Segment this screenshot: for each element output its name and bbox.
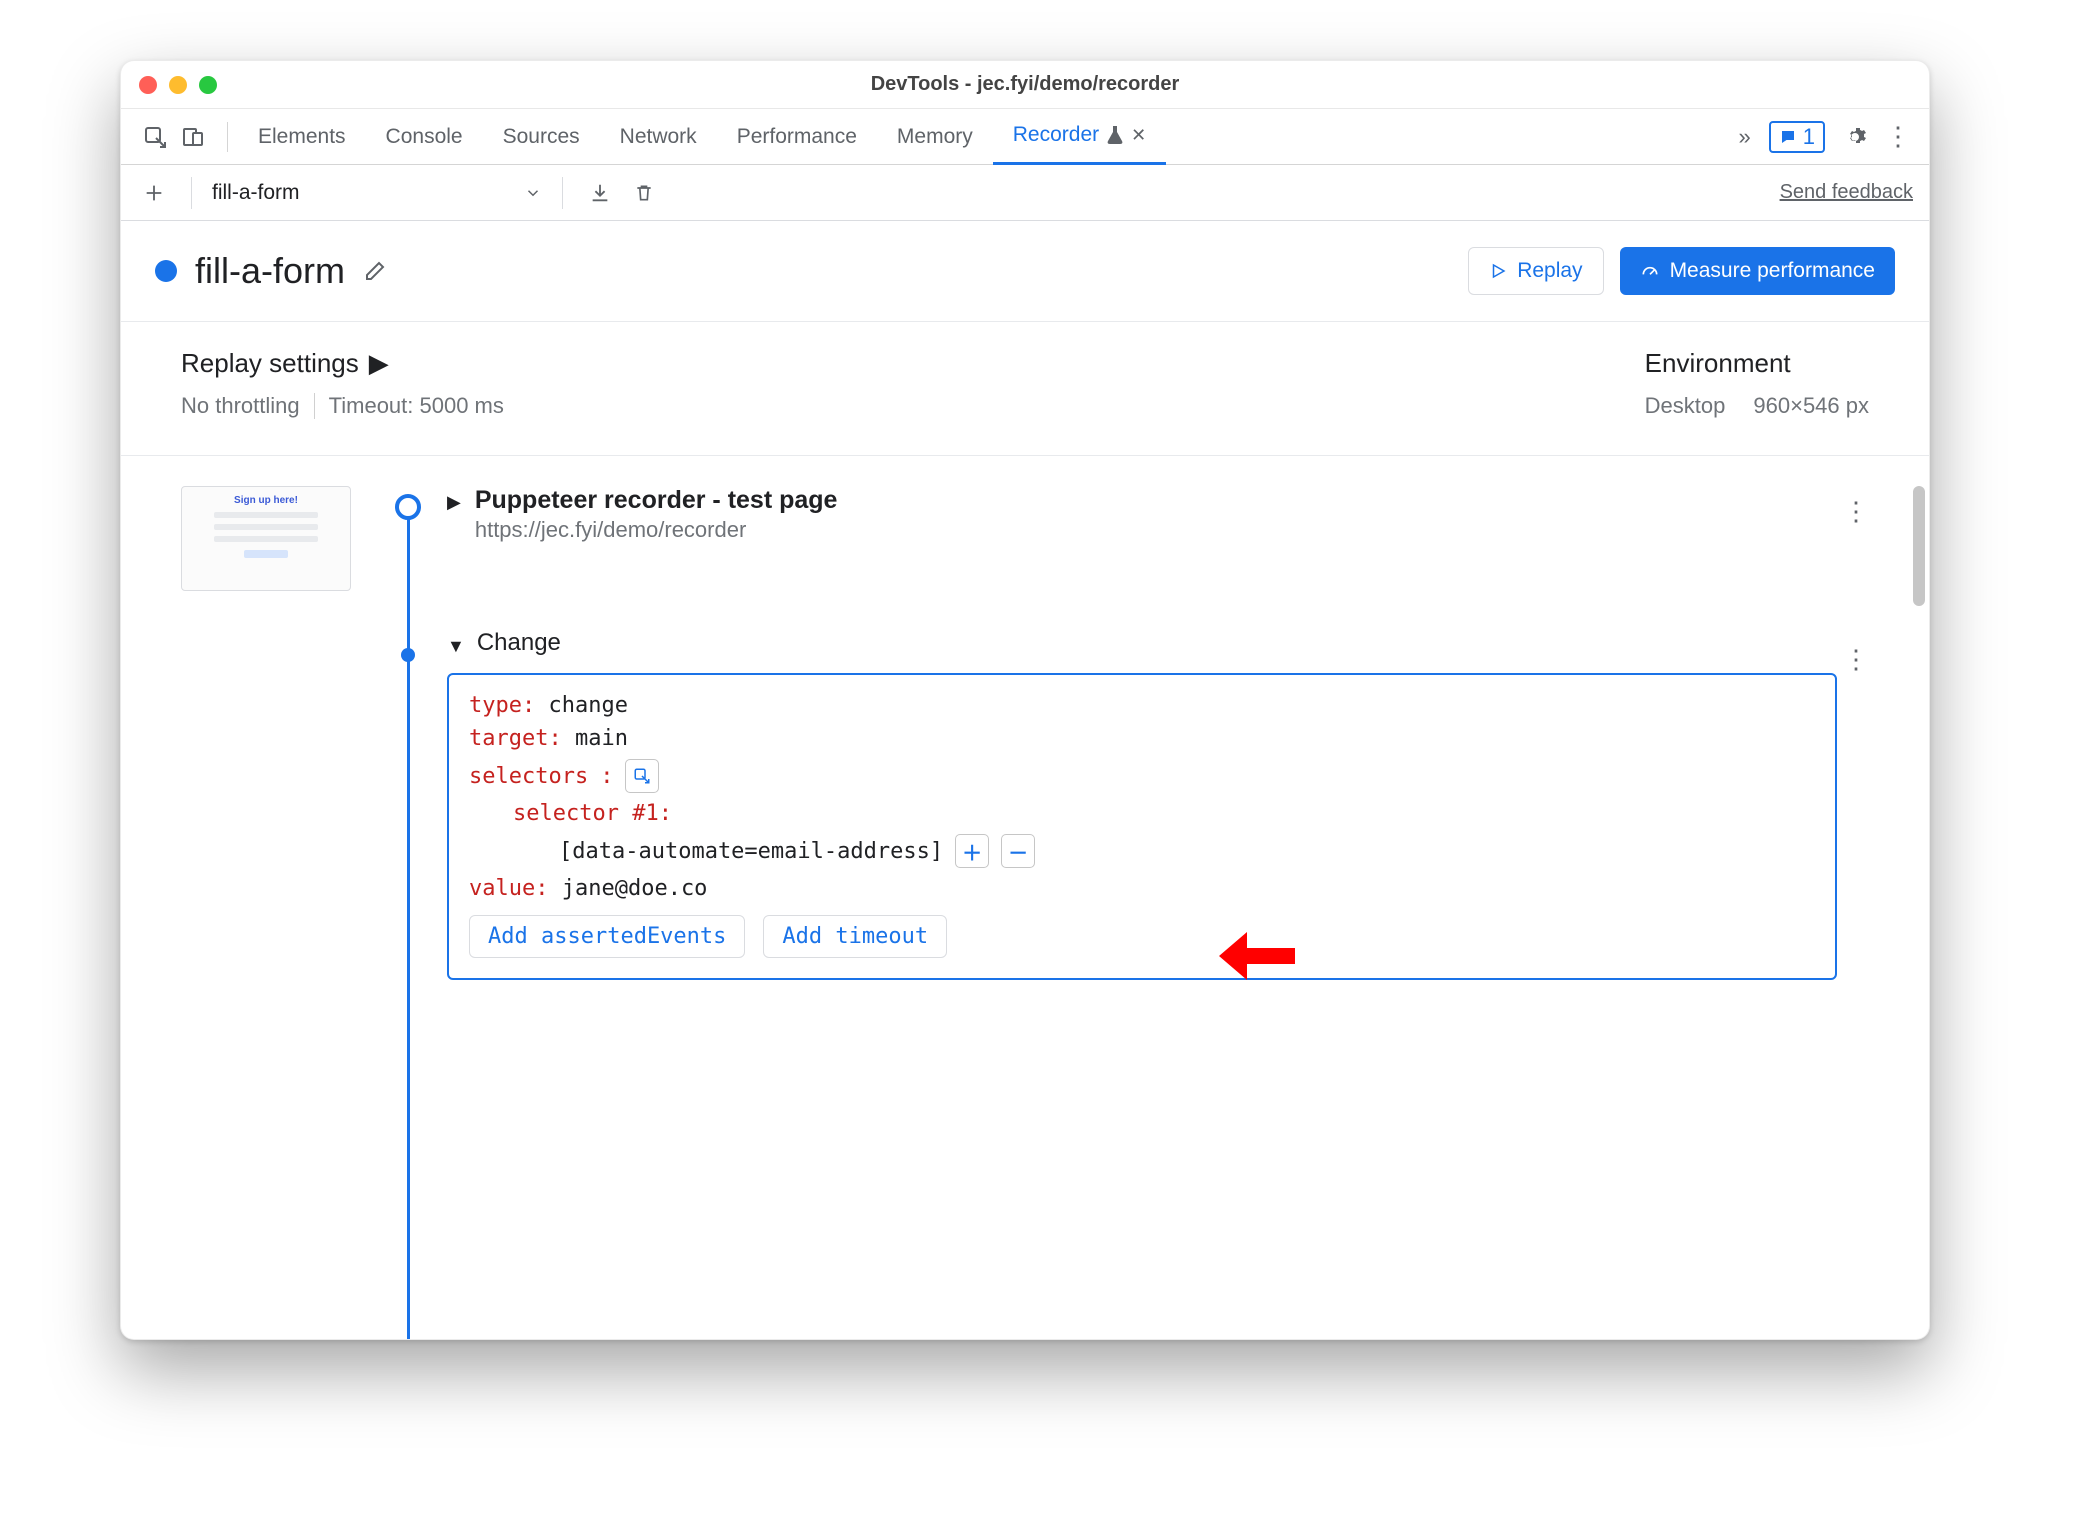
environment-device: Desktop <box>1645 393 1726 419</box>
recorder-toolbar: fill-a-form Send feedback <box>121 165 1929 221</box>
val-target[interactable]: main <box>575 726 628 751</box>
new-recording-button[interactable] <box>137 176 171 210</box>
close-tab-icon[interactable]: ✕ <box>1131 125 1146 146</box>
chevron-right-icon: ▶ <box>369 348 389 379</box>
throttling-value: No throttling <box>181 393 300 419</box>
tab-elements[interactable]: Elements <box>238 109 366 165</box>
add-asserted-events-button[interactable]: Add assertedEvents <box>469 915 745 958</box>
key-selectors: selectors <box>469 764 588 789</box>
flask-icon <box>1107 126 1123 144</box>
more-tabs-icon[interactable]: » <box>1739 124 1751 150</box>
rename-icon[interactable] <box>363 259 387 283</box>
timeline-node-change <box>401 648 415 662</box>
send-feedback-link[interactable]: Send feedback <box>1780 181 1913 204</box>
replay-settings-heading[interactable]: Replay settings ▶ <box>181 348 504 379</box>
step-menu-icon[interactable]: ⋮ <box>1843 644 1869 675</box>
issues-badge[interactable]: 1 <box>1769 121 1825 153</box>
replay-label: Replay <box>1517 259 1582 283</box>
gauge-icon <box>1640 261 1660 281</box>
steps-area: Sign up here! ⋮ ⋮ ▶ Puppeteer recorder -… <box>121 456 1929 1339</box>
step-change-header[interactable]: ▼ Change <box>447 629 1909 657</box>
chevron-down-icon: ▼ <box>447 636 465 657</box>
step-change-editor: type: change target: main selectors: sel… <box>447 673 1837 980</box>
tab-recorder[interactable]: Recorder ✕ <box>993 109 1166 165</box>
environment-heading: Environment <box>1645 348 1869 379</box>
step-start-title: Puppeteer recorder - test page <box>475 486 838 515</box>
devtools-menu-icon[interactable]: ⋮ <box>1885 121 1911 152</box>
step-start-url: https://jec.fyi/demo/recorder <box>475 517 838 543</box>
window-title: DevTools - jec.fyi/demo/recorder <box>121 73 1929 96</box>
window-titlebar: DevTools - jec.fyi/demo/recorder <box>121 61 1929 109</box>
step-menu-icon[interactable]: ⋮ <box>1843 496 1869 527</box>
selector-value[interactable]: [data-automate=email-address] <box>559 839 943 864</box>
selector-index-label: selector #1 <box>513 801 659 826</box>
delete-button[interactable] <box>627 176 661 210</box>
val-value[interactable]: jane@doe.co <box>562 876 708 901</box>
val-type[interactable]: change <box>548 693 627 718</box>
step-thumbnail[interactable]: Sign up here! <box>181 486 351 591</box>
gear-icon[interactable] <box>1843 125 1867 149</box>
add-timeout-button[interactable]: Add timeout <box>763 915 947 958</box>
timeline-node-start <box>395 494 421 520</box>
recording-header: fill-a-form Replay Measure performance <box>121 221 1929 322</box>
tab-console[interactable]: Console <box>366 109 483 165</box>
device-toolbar-icon[interactable] <box>181 125 205 149</box>
export-button[interactable] <box>583 176 617 210</box>
selector-picker-button[interactable] <box>625 759 659 793</box>
timeout-value: Timeout: 5000 ms <box>329 393 504 419</box>
timeline-line <box>407 506 410 1339</box>
environment-viewport: 960×546 px <box>1753 393 1869 419</box>
recording-select-label: fill-a-form <box>212 181 300 205</box>
key-value: value <box>469 876 535 901</box>
play-icon <box>1489 262 1507 280</box>
replay-button[interactable]: Replay <box>1468 247 1603 295</box>
key-target: target <box>469 726 548 751</box>
key-type: type <box>469 693 522 718</box>
step-start-header[interactable]: ▶ Puppeteer recorder - test page https:/… <box>447 486 1909 543</box>
scrollbar[interactable] <box>1913 486 1925 606</box>
step-change-title: Change <box>477 629 561 657</box>
add-selector-button[interactable]: ＋ <box>955 834 989 868</box>
chat-icon <box>1779 128 1797 146</box>
recording-select[interactable]: fill-a-form <box>212 181 542 205</box>
inspect-icon[interactable] <box>143 125 167 149</box>
tab-network[interactable]: Network <box>600 109 717 165</box>
settings-row: Replay settings ▶ No throttling Timeout:… <box>121 322 1929 456</box>
issues-count: 1 <box>1803 124 1815 150</box>
recording-title: fill-a-form <box>195 250 345 292</box>
measure-performance-button[interactable]: Measure performance <box>1620 247 1895 295</box>
chevron-down-icon <box>524 184 542 202</box>
tab-sources[interactable]: Sources <box>483 109 600 165</box>
recording-dot-icon <box>155 260 177 282</box>
tab-performance[interactable]: Performance <box>717 109 877 165</box>
tab-memory[interactable]: Memory <box>877 109 993 165</box>
measure-label: Measure performance <box>1670 259 1875 283</box>
devtools-tabstrip: Elements Console Sources Network Perform… <box>121 109 1929 165</box>
remove-selector-button[interactable]: － <box>1001 834 1035 868</box>
chevron-right-icon: ▶ <box>447 492 461 513</box>
